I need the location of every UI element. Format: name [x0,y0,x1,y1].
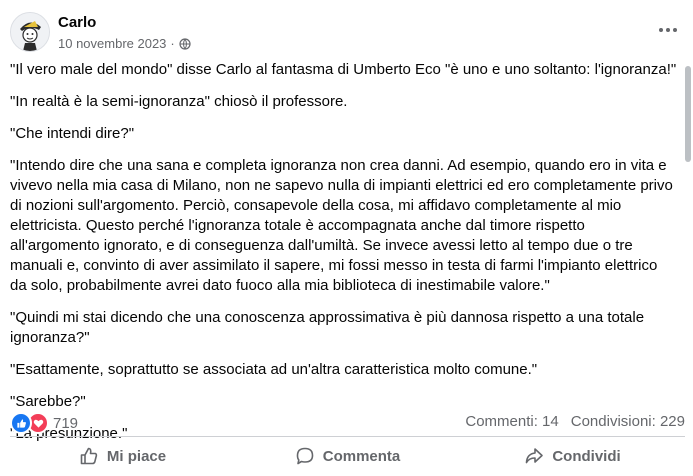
paragraph: "Intendo dire che una sana e completa ig… [10,157,673,294]
like-button-label: Mi piace [106,447,167,465]
author-name[interactable]: Carlo [58,14,96,31]
like-icon [10,412,32,434]
avatar-cartoon-icon [11,13,49,51]
comment-button-label: Commenta [322,447,401,465]
more-options-icon[interactable] [656,22,680,38]
shares-count[interactable]: Condivisioni: 229 [571,413,685,430]
like-button[interactable]: Mi piace [10,440,235,472]
avatar[interactable] [10,12,50,52]
reaction-count: 719 [53,414,79,432]
paragraph: "Esattamente, soprattutto se associata a… [10,361,538,378]
post-header: Carlo 10 novembre 2023 · [10,12,680,56]
action-bar: Mi piace Commenta Condividi [10,440,685,472]
paragraph: "Il vero male del mondo" disse Carlo al … [10,61,677,78]
post-stats: 719 Commenti: 14 Condivisioni: 229 [10,412,685,434]
post-meta: 10 novembre 2023 · [58,36,191,51]
comment-icon [296,447,314,465]
comments-count[interactable]: Commenti: 14 [465,413,558,430]
meta-separator: · [170,36,175,51]
paragraph: "Quindi mi stai dicendo che una conoscen… [10,309,645,346]
paragraph: "Che intendi dire?" [10,125,135,142]
globe-icon[interactable] [179,37,191,50]
share-button-label: Condividi [552,447,621,465]
paragraph: "Sarebbe?" [10,393,86,410]
paragraph: "In realtà è la semi-ignoranza" chiosò i… [10,93,348,110]
comment-button[interactable]: Commenta [235,440,460,472]
scrollbar[interactable] [685,66,691,162]
post-text: "Il vero male del mondo" disse Carlo al … [10,60,678,456]
post-date[interactable]: 10 novembre 2023 [58,36,166,51]
share-button[interactable]: Condividi [460,440,685,472]
share-icon [526,448,544,464]
thumbs-up-icon [80,447,98,465]
engagement-counts: Commenti: 14 Condivisioni: 229 [465,413,685,430]
facebook-post: Carlo 10 novembre 2023 · "Il vero male d… [0,0,693,476]
divider [10,436,685,437]
reactions-summary[interactable]: 719 [10,412,78,434]
